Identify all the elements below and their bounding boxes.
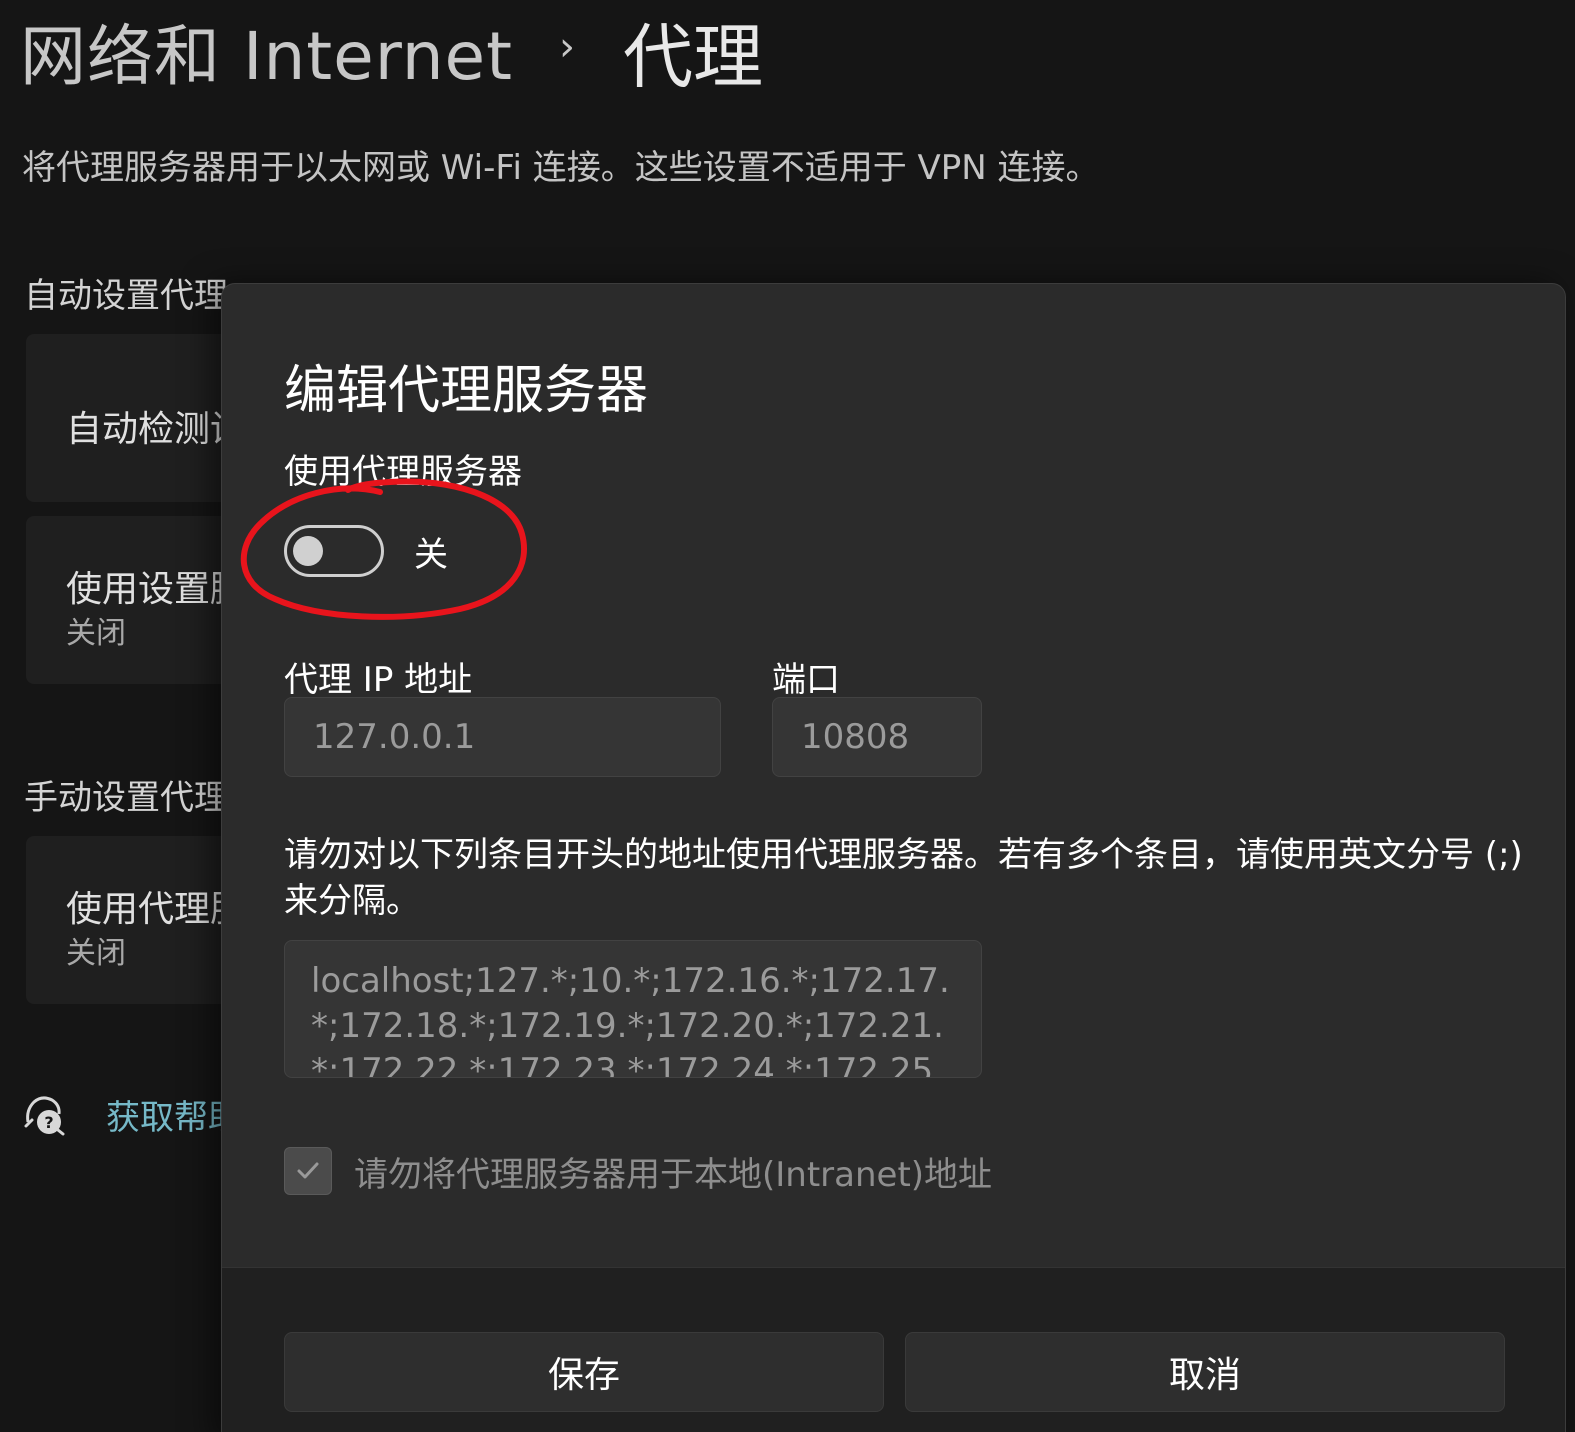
port-input[interactable]: 10808 [772, 697, 982, 777]
bypass-local-checkbox[interactable] [284, 1147, 332, 1195]
save-button[interactable]: 保存 [284, 1332, 884, 1412]
help-chat-icon: ? [24, 1096, 65, 1136]
use-proxy-toggle[interactable] [284, 525, 384, 577]
exceptions-description: 请勿对以下列条目开头的地址使用代理服务器。若有多个条目，请使用英文分号 (;) … [284, 835, 1523, 921]
toggle-knob [293, 536, 323, 566]
card-status: 关闭 [66, 616, 126, 651]
auto-proxy-heading: 自动设置代理 [24, 276, 228, 316]
svg-text:?: ? [44, 1113, 53, 1132]
cancel-button[interactable]: 取消 [905, 1332, 1505, 1412]
page-title: 代理 [623, 15, 764, 98]
bypass-local-row: 请勿将代理服务器用于本地(Intranet)地址 [284, 1146, 992, 1196]
dialog-footer: 保存 取消 [222, 1267, 1565, 1432]
toggle-state-label: 关 [414, 534, 448, 575]
proxy-ip-input[interactable]: 127.0.0.1 [284, 697, 721, 777]
edit-proxy-dialog: 编辑代理服务器 使用代理服务器 关 代理 IP 地址 端口 127.0.0.1 … [221, 283, 1566, 1432]
checkmark-icon [297, 1162, 319, 1179]
settings-page: 网络和 Internet › 代理 将代理服务器用于以太网或 Wi-Fi 连接。… [0, 0, 1575, 1432]
page-description: 将代理服务器用于以太网或 Wi-Fi 连接。这些设置不适用于 VPN 连接。 [22, 148, 1100, 188]
breadcrumb-parent-network[interactable]: 网络和 Internet [20, 3, 513, 99]
exceptions-textarea[interactable]: localhost;127.*;10.*;172.16.*;172.17.*;1… [284, 940, 982, 1078]
use-proxy-label: 使用代理服务器 [284, 452, 522, 492]
chevron-right-icon: › [559, 24, 576, 70]
port-label: 端口 [772, 660, 840, 700]
use-proxy-toggle-row: 关 [284, 524, 448, 578]
bypass-local-label: 请勿将代理服务器用于本地(Intranet)地址 [354, 1154, 993, 1195]
get-help-row[interactable]: ? 获取帮助 [22, 1086, 242, 1142]
breadcrumb: 网络和 Internet › 代理 [20, 3, 763, 99]
dialog-title: 编辑代理服务器 [284, 361, 649, 421]
card-status: 关闭 [66, 936, 126, 971]
manual-proxy-heading: 手动设置代理 [24, 778, 228, 818]
proxy-ip-label: 代理 IP 地址 [284, 660, 473, 700]
